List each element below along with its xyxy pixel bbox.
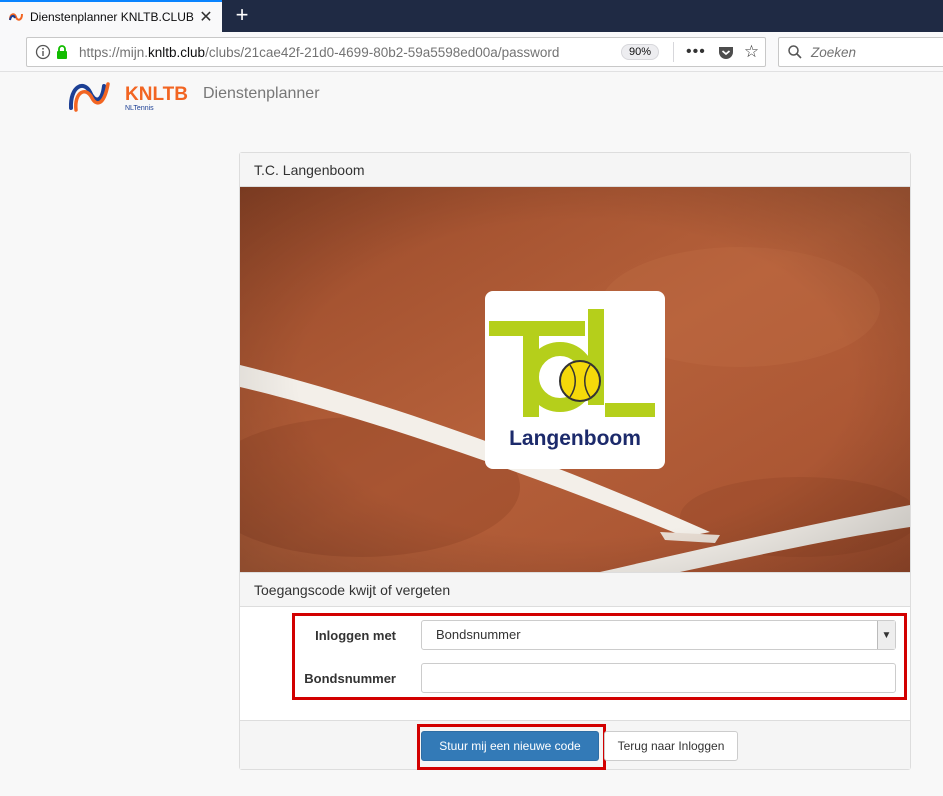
chevron-down-icon[interactable]: ▼ xyxy=(877,621,895,649)
tab-title: Dienstenplanner KNLTB.CLUB xyxy=(30,10,194,24)
url-bar[interactable]: https://mijn.knltb.club/clubs/21cae42f-2… xyxy=(26,37,766,67)
navigation-bar: https://mijn.knltb.club/clubs/21cae42f-2… xyxy=(0,32,943,72)
clay-court-banner: Langenboom xyxy=(240,187,910,572)
star-icon[interactable]: ☆ xyxy=(744,42,759,62)
member-number-label: Bondsnummer xyxy=(304,671,396,686)
info-icon[interactable] xyxy=(35,44,51,60)
zoom-level-badge[interactable]: 90% xyxy=(621,44,660,60)
page-actions-icon[interactable]: ••• xyxy=(686,43,706,61)
urlbar-separator xyxy=(673,42,675,62)
section-heading: Toegangscode kwijt of vergeten xyxy=(240,572,910,607)
club-title: T.C. Langenboom xyxy=(240,153,910,187)
logo-subtext: NLTennis xyxy=(125,105,154,112)
login-with-label: Inloggen met xyxy=(315,628,396,643)
close-tab-icon[interactable]: ✕ xyxy=(196,7,216,27)
url-text[interactable]: https://mijn.knltb.club/clubs/21cae42f-2… xyxy=(79,45,585,60)
tab-bar: Dienstenplanner KNLTB.CLUB ✕ + xyxy=(0,0,943,32)
club-logo-mark xyxy=(489,309,655,417)
login-with-select[interactable]: Bondsnummer ▼ xyxy=(421,620,896,650)
lock-icon[interactable] xyxy=(55,45,69,59)
password-reset-panel: T.C. Langenboom Langenboom Toegangscode … xyxy=(239,152,911,770)
url-domain: knltb.club xyxy=(148,44,206,60)
search-placeholder: Zoeken xyxy=(811,44,857,60)
send-new-code-button[interactable]: Stuur mij een nieuwe code xyxy=(421,731,599,761)
app-name: Dienstenplanner xyxy=(203,85,320,102)
browser-tab[interactable]: Dienstenplanner KNLTB.CLUB ✕ xyxy=(0,0,222,32)
search-bar[interactable]: Zoeken xyxy=(778,37,943,67)
knltb-favicon-icon xyxy=(9,13,23,21)
club-logo-text: Langenboom xyxy=(509,427,641,450)
url-prefix: https://mijn. xyxy=(79,44,149,60)
search-icon xyxy=(788,45,802,59)
login-with-selected-value: Bondsnummer xyxy=(436,627,521,642)
new-tab-button[interactable]: + xyxy=(230,4,254,28)
club-logo: Langenboom xyxy=(485,291,665,469)
knltb-logo[interactable]: KNLTB NLTennis xyxy=(68,76,192,116)
logo-text: KNLTB xyxy=(125,84,188,105)
member-number-input[interactable] xyxy=(421,663,896,693)
pocket-icon[interactable] xyxy=(718,44,734,60)
url-path: /clubs/21cae42f-21d0-4699-80b2-59a5598ed… xyxy=(205,44,560,60)
back-to-login-button[interactable]: Terug naar Inloggen xyxy=(604,731,738,761)
